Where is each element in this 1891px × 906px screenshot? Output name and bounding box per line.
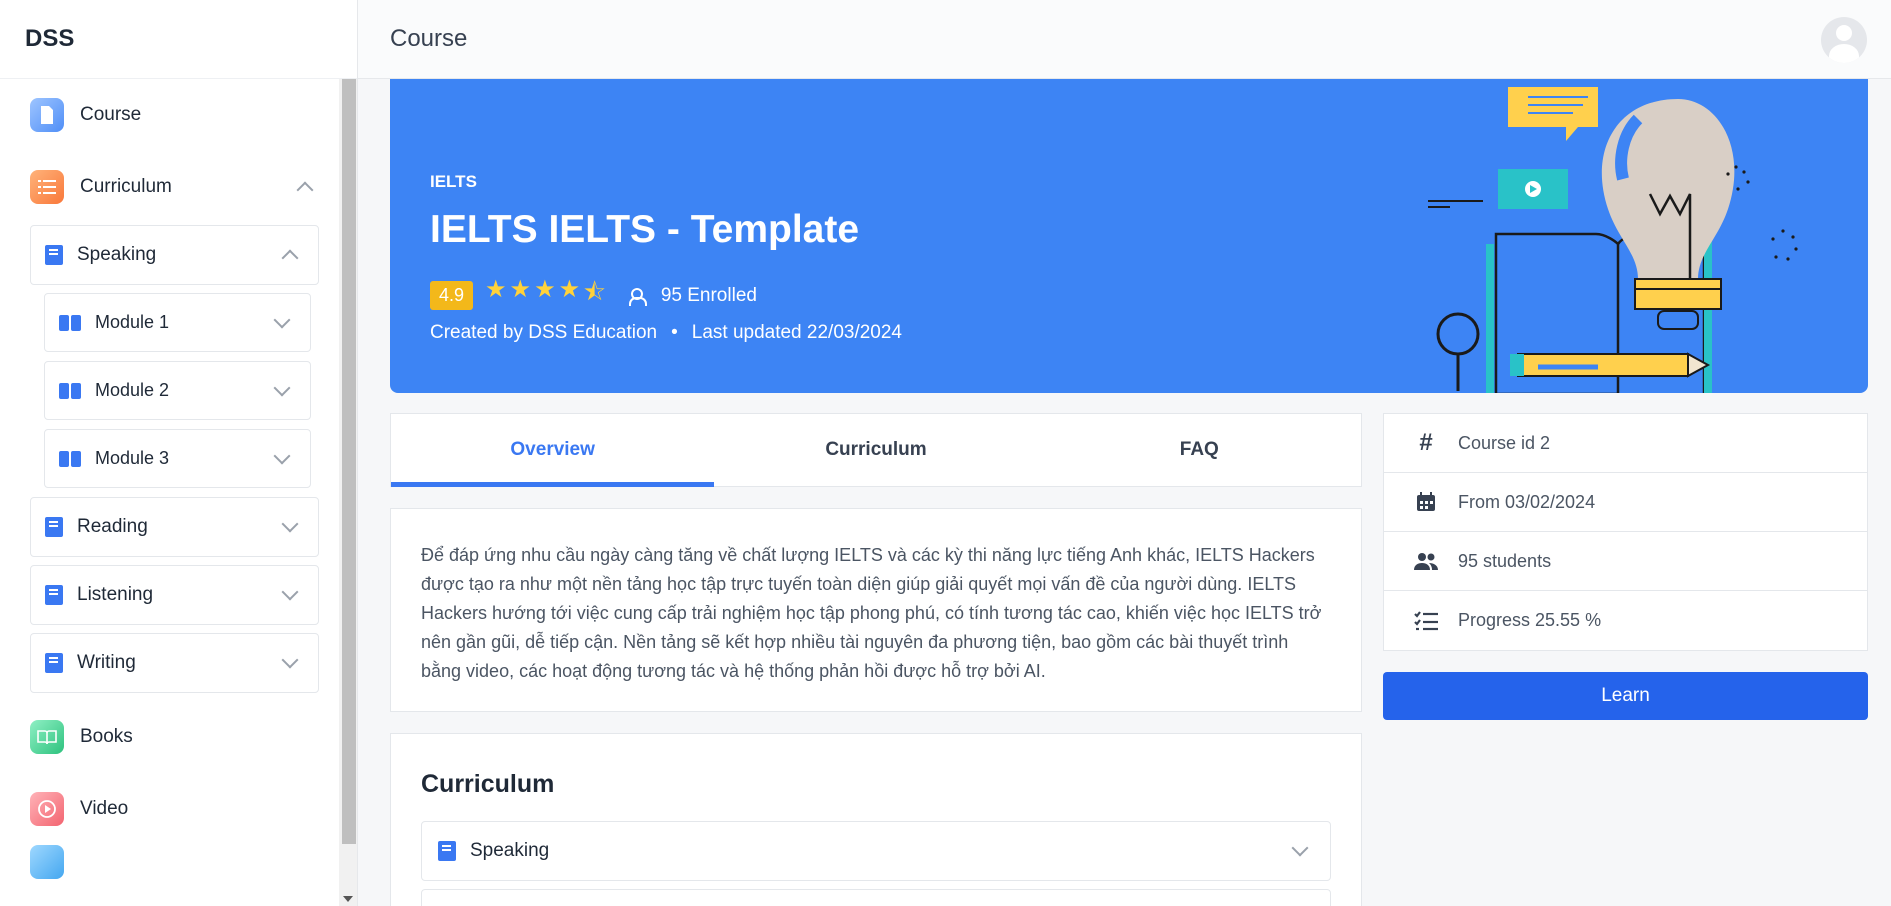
star-half-icon: ⯪ <box>583 279 607 306</box>
info-value: Course id 2 <box>1458 432 1551 453</box>
chevron-down-icon <box>281 583 299 601</box>
sidebar-item-video[interactable]: Video <box>30 773 319 845</box>
info-value: 95 students <box>1458 550 1552 571</box>
info-progress: Progress 25.55 % <box>1384 591 1867 650</box>
users-icon <box>1414 549 1438 573</box>
rating-row: 4.9 ★ ★ ★ ★ ⯪ 95 Enrolled <box>430 275 757 316</box>
star-icon: ★ <box>558 276 582 303</box>
sidebar-item-curriculum[interactable]: Curriculum <box>30 151 319 223</box>
learn-button[interactable]: Learn <box>1383 672 1868 720</box>
sidebar-item-label: Video <box>80 798 129 819</box>
open-book-icon <box>59 450 81 467</box>
open-book-icon <box>59 314 81 331</box>
sidebar-item-label: Course <box>80 104 142 125</box>
description-text: Để đáp ứng nhu cầu ngày càng tăng về chấ… <box>421 545 1322 681</box>
course-description: Để đáp ứng nhu cầu ngày càng tăng về chấ… <box>390 508 1362 712</box>
sidebar-item-label: Curriculum <box>80 176 172 197</box>
sidebar-item-books[interactable]: Books <box>30 701 319 773</box>
chevron-down-icon <box>1291 839 1309 857</box>
document-icon <box>30 98 64 132</box>
page-title: Course <box>390 25 468 52</box>
book-icon <box>438 841 456 861</box>
section-label: Writing <box>77 652 136 673</box>
users-icon <box>628 287 651 306</box>
info-value: Progress 25.55 % <box>1458 610 1602 630</box>
book-icon <box>45 653 63 673</box>
checklist-icon <box>1414 609 1438 633</box>
open-book-icon <box>59 382 81 399</box>
tab-curriculum[interactable]: Curriculum <box>714 414 1037 486</box>
course-category: IELTS <box>430 172 477 191</box>
author-link[interactable]: DSS Education <box>528 322 657 343</box>
curriculum-item-speaking[interactable]: Speaking <box>421 821 1331 881</box>
meta-separator: • <box>671 322 678 343</box>
sidebar-nav: Course Curriculum Speaking Module 1 Modu… <box>0 79 337 906</box>
sidebar-item-label: Books <box>80 726 133 747</box>
chevron-up-icon <box>296 181 314 199</box>
sidebar-item-course[interactable]: Course <box>30 79 319 151</box>
chevron-down-icon <box>281 651 299 669</box>
enrolled-label: 95 Enrolled <box>660 284 757 306</box>
curriculum-section: Curriculum Speaking <box>390 733 1362 906</box>
enrolled-count: 95 Enrolled <box>628 284 757 307</box>
section-label: Speaking <box>77 244 157 265</box>
book-icon <box>45 245 63 265</box>
course-hero: IELTS IELTS IELTS - Template 4.9 ★ ★ ★ ★… <box>390 79 1868 393</box>
play-icon <box>30 792 64 826</box>
sidebar-section-speaking[interactable]: Speaking <box>30 225 319 285</box>
section-label: Listening <box>77 584 154 605</box>
list-icon <box>30 170 64 204</box>
info-value: From 03/02/2024 <box>1458 491 1596 512</box>
created-prefix: Created by <box>430 322 523 343</box>
books-icon <box>30 720 64 754</box>
tab-faq[interactable]: FAQ <box>1038 414 1361 486</box>
chevron-down-icon <box>273 447 291 464</box>
info-students: 95 students <box>1384 532 1867 591</box>
module-label: Module 3 <box>95 448 170 468</box>
sidebar: DSS Course Curriculum Speaking Module 1 <box>0 0 358 906</box>
hash-icon: # <box>1419 429 1433 456</box>
sidebar-scrollbar[interactable] <box>339 79 357 906</box>
module-label: Module 2 <box>95 380 170 400</box>
curriculum-heading: Curriculum <box>421 770 555 798</box>
rating-badge: 4.9 <box>430 281 474 310</box>
module-label: Module 1 <box>95 312 170 332</box>
star-rating: ★ ★ ★ ★ ⯪ <box>485 275 607 316</box>
chevron-down-icon <box>281 515 299 533</box>
book-icon <box>45 585 63 605</box>
lightbulb-illustration <box>1428 87 1798 393</box>
course-title: IELTS IELTS - Template <box>430 208 860 251</box>
app-icon <box>30 845 64 879</box>
chevron-down-icon <box>273 379 291 396</box>
sidebar-item-module-2[interactable]: Module 2 <box>44 361 311 420</box>
course-meta: Created by DSS Education • Last updated … <box>430 322 902 344</box>
info-course-id: # Course id 2 <box>1384 414 1867 473</box>
sidebar-section-reading[interactable]: Reading <box>30 497 319 557</box>
avatar[interactable] <box>1821 17 1867 63</box>
tab-overview[interactable]: Overview <box>391 414 715 487</box>
brand-logo[interactable]: DSS <box>0 0 357 79</box>
star-icon: ★ <box>485 276 508 303</box>
section-label: Reading <box>77 516 148 537</box>
top-bar: Course <box>358 0 1891 79</box>
chevron-up-icon <box>281 249 299 267</box>
last-updated: Last updated 22/03/2024 <box>691 322 902 343</box>
scroll-down-arrow-icon[interactable] <box>343 896 353 902</box>
curriculum-item-label: Speaking <box>470 840 550 861</box>
sidebar-item-module-3[interactable]: Module 3 <box>44 429 311 488</box>
course-tabs: Overview Curriculum FAQ <box>390 413 1362 487</box>
chevron-down-icon <box>273 311 291 328</box>
sidebar-section-listening[interactable]: Listening <box>30 565 319 625</box>
star-icon: ★ <box>534 276 557 303</box>
info-start-date: From 03/02/2024 <box>1384 473 1867 532</box>
scrollbar-thumb[interactable] <box>342 79 356 844</box>
sidebar-item-module-1[interactable]: Module 1 <box>44 293 311 352</box>
sidebar-item-more[interactable] <box>30 845 319 885</box>
star-icon: ★ <box>509 276 533 303</box>
course-info-panel: # Course id 2 From 03/02/2024 95 student… <box>1383 413 1868 651</box>
sidebar-section-writing[interactable]: Writing <box>30 633 319 693</box>
curriculum-item-next[interactable] <box>421 889 1331 906</box>
calendar-icon <box>1414 490 1438 514</box>
book-icon <box>45 517 63 537</box>
